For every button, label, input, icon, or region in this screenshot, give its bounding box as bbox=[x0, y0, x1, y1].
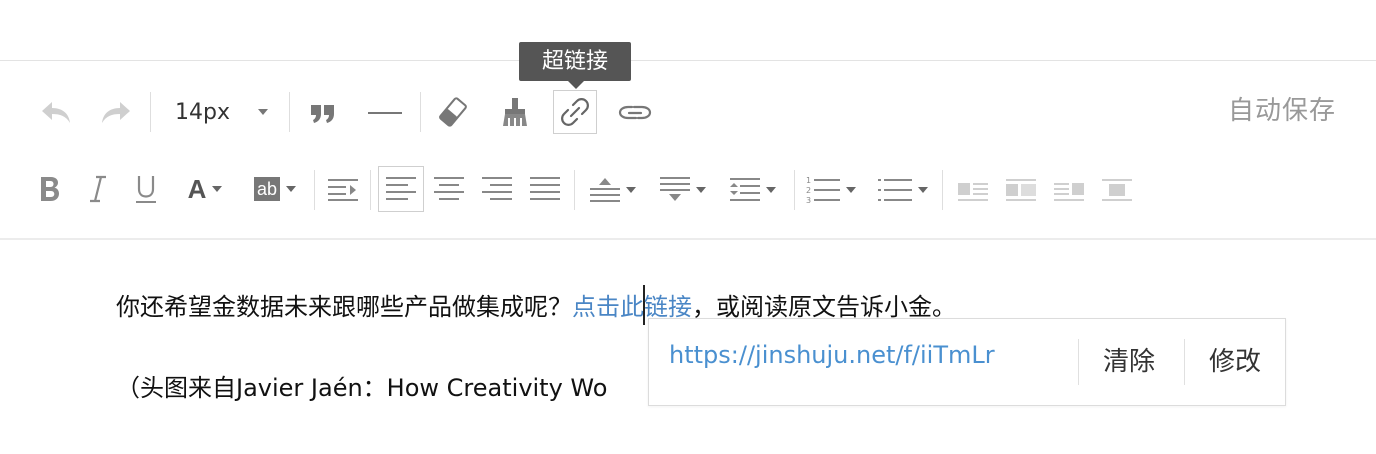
chevron-down-icon bbox=[257, 109, 268, 115]
toolbar-separator bbox=[370, 170, 371, 210]
chevron-down-icon bbox=[286, 186, 297, 192]
justify-icon bbox=[530, 177, 560, 200]
align-center-button[interactable] bbox=[428, 170, 470, 208]
line-height-icon bbox=[730, 178, 760, 201]
underline-button[interactable] bbox=[126, 170, 166, 208]
format-painter-button[interactable] bbox=[494, 92, 536, 132]
chevron-down-icon bbox=[212, 186, 223, 192]
font-size-value: 14px bbox=[175, 99, 230, 125]
toolbar-separator bbox=[942, 170, 943, 210]
undo-icon bbox=[42, 102, 70, 123]
unordered-list-icon bbox=[878, 179, 912, 201]
svg-text:1: 1 bbox=[806, 176, 811, 185]
quote-icon bbox=[311, 105, 334, 123]
toolbar-separator bbox=[420, 92, 421, 132]
image-center-icon bbox=[1102, 179, 1132, 201]
paragraph-text: 你还希望金数据未来跟哪些产品做集成呢？ bbox=[116, 293, 572, 321]
unordered-list-button[interactable] bbox=[872, 170, 934, 210]
clear-format-button[interactable] bbox=[432, 92, 474, 132]
underline-icon bbox=[136, 176, 156, 203]
row-spacing-bottom-icon bbox=[660, 177, 690, 201]
background-color-button[interactable]: ab bbox=[246, 170, 304, 208]
image-float-right-button[interactable] bbox=[1048, 170, 1090, 210]
background-color-icon: ab bbox=[253, 177, 281, 201]
indent-button[interactable] bbox=[322, 170, 364, 210]
top-divider bbox=[0, 60, 1376, 61]
link-url[interactable]: https://jinshuju.net/f/iiTmLr bbox=[669, 341, 995, 369]
toolbar-divider bbox=[0, 238, 1376, 240]
chevron-down-icon bbox=[766, 187, 776, 193]
toolbar-separator bbox=[314, 170, 315, 210]
image-left-icon bbox=[958, 183, 988, 201]
popup-separator bbox=[1078, 339, 1079, 385]
italic-icon bbox=[90, 175, 106, 203]
image-float-left-button[interactable] bbox=[952, 170, 994, 210]
align-left-button[interactable] bbox=[378, 166, 424, 212]
undo-button[interactable] bbox=[34, 94, 78, 130]
row-spacing-bottom-button[interactable] bbox=[654, 170, 712, 210]
hyperlink-tooltip: 超链接 bbox=[519, 42, 631, 81]
align-right-icon bbox=[482, 177, 512, 200]
image-center-button[interactable] bbox=[1096, 170, 1138, 210]
svg-text:3: 3 bbox=[806, 196, 811, 205]
chevron-down-icon bbox=[918, 187, 928, 193]
horizontal-rule-button[interactable] bbox=[364, 94, 406, 132]
bold-icon bbox=[41, 177, 59, 201]
unlink-icon bbox=[618, 105, 652, 120]
autosave-status: 自动保存 bbox=[1227, 96, 1336, 126]
eraser-icon bbox=[439, 97, 467, 127]
font-color-icon: A bbox=[187, 173, 207, 204]
link-popup: https://jinshuju.net/f/iiTmLr 清除 修改 bbox=[648, 318, 1286, 406]
toolbar-separator bbox=[574, 170, 575, 210]
edit-link-button[interactable]: 修改 bbox=[1209, 341, 1261, 378]
paragraph-2: （头图来自Javier Jaén：How Creativity Wo bbox=[116, 374, 608, 402]
image-none-icon bbox=[1006, 179, 1036, 201]
align-left-icon bbox=[386, 177, 416, 200]
blockquote-button[interactable] bbox=[302, 94, 344, 132]
link-icon bbox=[561, 98, 589, 126]
redo-button[interactable] bbox=[94, 94, 138, 130]
toolbar-separator bbox=[794, 170, 795, 210]
redo-icon bbox=[102, 102, 130, 123]
hyperlink-text-part: 链接 bbox=[644, 293, 692, 321]
svg-text:2: 2 bbox=[806, 186, 811, 195]
bold-button[interactable] bbox=[30, 170, 70, 208]
hyperlink-button[interactable] bbox=[553, 90, 597, 134]
popup-separator bbox=[1184, 339, 1185, 385]
row-spacing-top-icon bbox=[590, 178, 620, 202]
italic-button[interactable] bbox=[78, 170, 118, 208]
format-painter-icon bbox=[503, 98, 527, 126]
image-float-none-button[interactable] bbox=[1000, 170, 1042, 210]
chevron-down-icon bbox=[696, 187, 706, 193]
ordered-list-button[interactable]: 1 2 3 bbox=[800, 170, 862, 210]
chevron-down-icon bbox=[626, 187, 636, 193]
row-spacing-top-button[interactable] bbox=[584, 170, 642, 210]
clear-link-button[interactable]: 清除 bbox=[1103, 341, 1155, 378]
line-height-button[interactable] bbox=[724, 170, 782, 210]
toolbar-separator bbox=[150, 92, 151, 132]
toolbar-separator bbox=[289, 92, 290, 132]
font-color-button[interactable]: A bbox=[176, 170, 234, 208]
justify-button[interactable] bbox=[524, 170, 566, 208]
indent-icon bbox=[328, 179, 358, 201]
ordered-list-icon: 1 2 3 bbox=[806, 176, 840, 205]
align-right-button[interactable] bbox=[476, 170, 518, 208]
hyperlink-text[interactable]: 点击此链接 bbox=[572, 285, 692, 325]
horizontal-rule-icon bbox=[368, 112, 402, 114]
font-size-select[interactable]: 14px bbox=[160, 92, 272, 132]
paragraph-text: ，或阅读原文告诉小金。 bbox=[692, 293, 956, 321]
align-center-icon bbox=[434, 177, 464, 200]
unlink-button[interactable] bbox=[614, 92, 656, 132]
tooltip-arrow bbox=[568, 81, 584, 89]
image-right-icon bbox=[1054, 183, 1084, 201]
chevron-down-icon bbox=[846, 187, 856, 193]
hyperlink-text-part: 点击此 bbox=[572, 293, 644, 321]
